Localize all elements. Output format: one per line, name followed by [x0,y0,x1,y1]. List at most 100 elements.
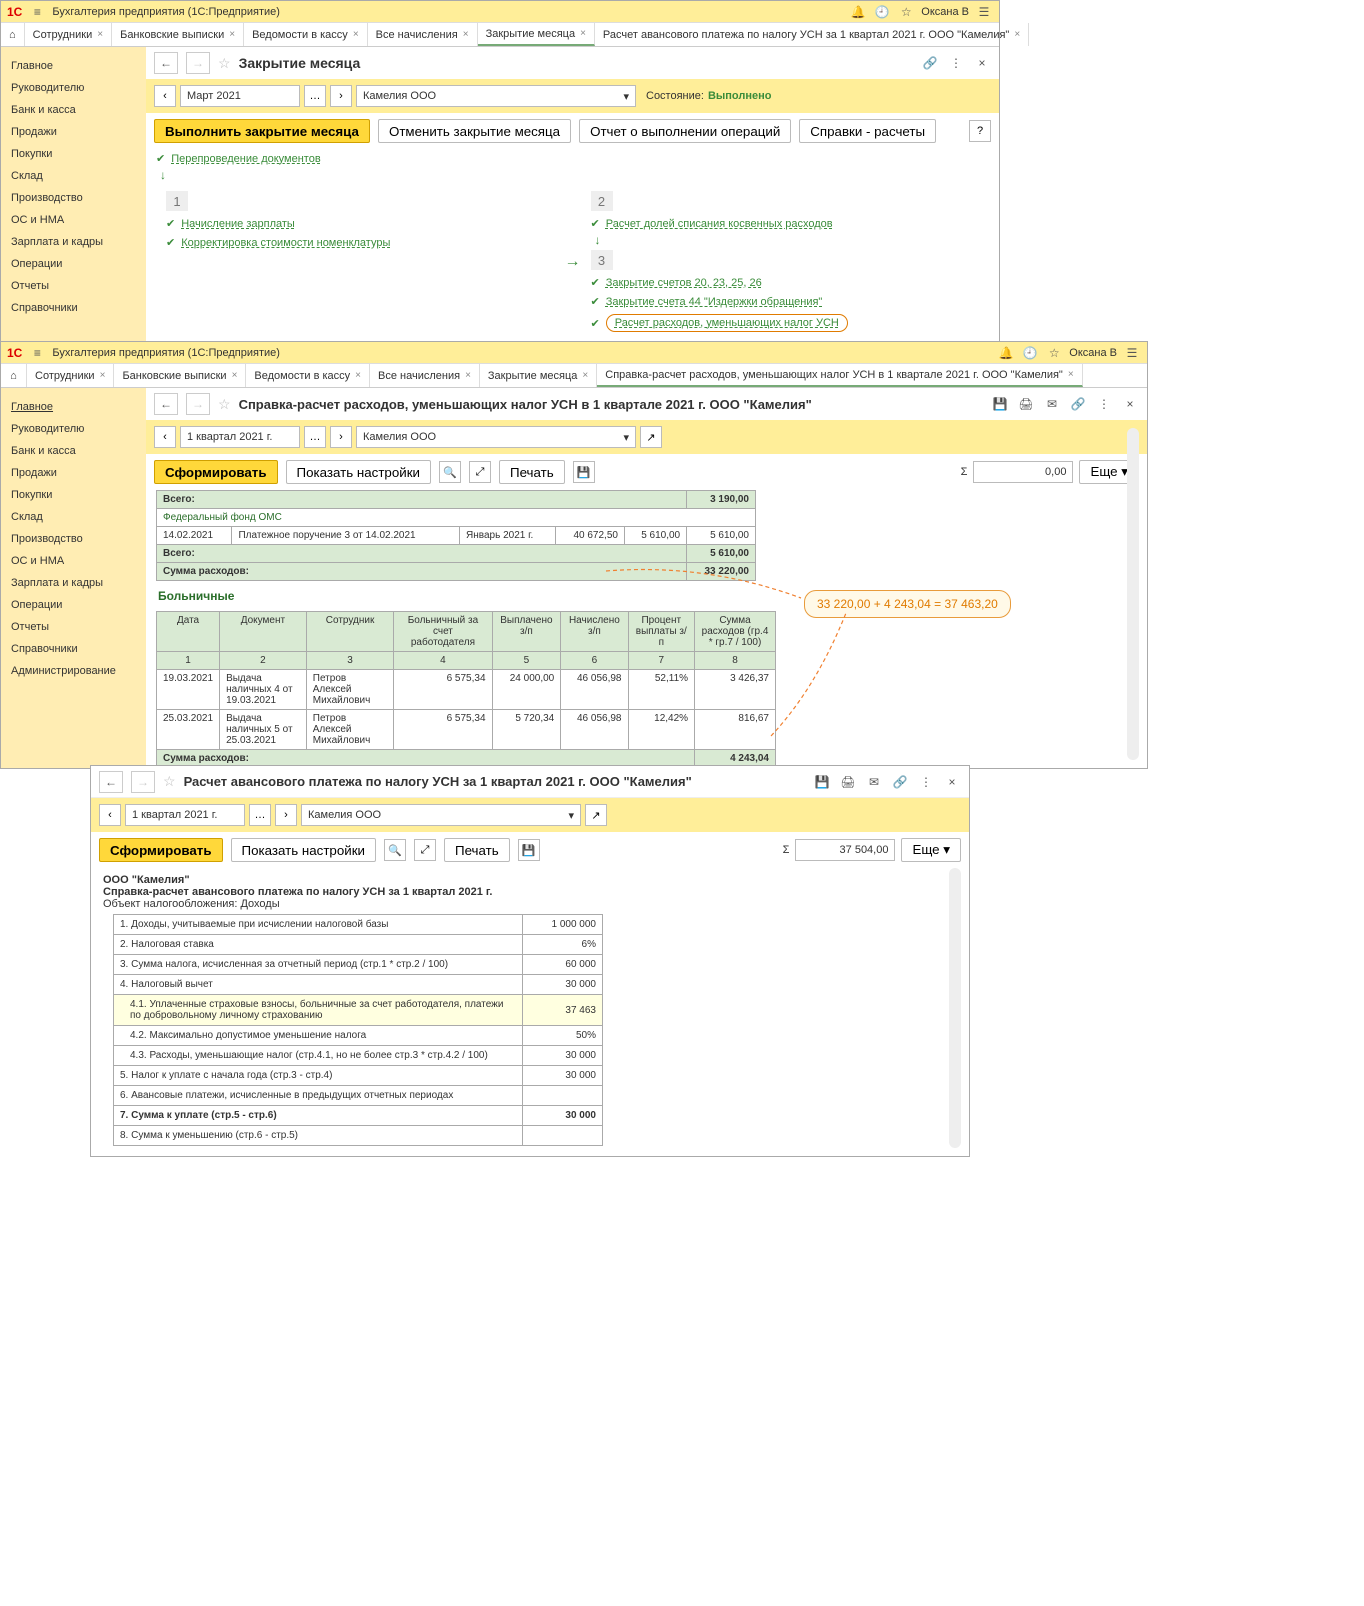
org-open[interactable]: ↗ [640,426,662,448]
period-picker[interactable]: … [304,426,326,448]
tab-3[interactable]: Все начисления× [368,23,478,46]
stage-link[interactable]: Корректировка стоимости номенклатуры [181,237,390,249]
prev-period-button[interactable]: ‹ [154,85,176,107]
sidebar-item[interactable]: Банк и касса [1,99,146,121]
org-open[interactable]: ↗ [585,804,607,826]
close-icon[interactable]: × [463,29,469,40]
search-icon[interactable]: 🔍 [439,461,461,483]
user-name[interactable]: Оксана В [921,6,969,18]
bell-icon[interactable]: 🔔 [997,344,1015,362]
save-icon[interactable]: 💾 [991,395,1009,413]
menu-icon[interactable]: ≡ [28,3,46,21]
report-button[interactable]: Отчет о выполнении операций [579,119,791,143]
more-icon[interactable]: ⋮ [1095,395,1113,413]
show-settings-button[interactable]: Показать настройки [231,838,376,862]
history-icon[interactable]: 🕘 [1021,344,1039,362]
sidebar-item[interactable]: Зарплата и кадры [1,231,146,253]
org-select[interactable]: Камелия ООО▾ [356,426,636,448]
sidebar-item[interactable]: Руководителю [1,77,146,99]
expand-icon[interactable]: ⤢ [414,839,436,861]
sum-field[interactable]: 0,00 [973,461,1073,483]
sidebar-item[interactable]: Справочники [1,638,146,660]
sidebar-item[interactable]: Склад [1,506,146,528]
sidebar-item[interactable]: Операции [1,253,146,275]
tab-1[interactable]: Банковские выписки× [112,23,244,46]
tab-0[interactable]: Сотрудники× [25,23,112,46]
link-icon[interactable]: 🔗 [1069,395,1087,413]
period-picker[interactable]: … [304,85,326,107]
org-select[interactable]: Камелия ООО▾ [356,85,636,107]
tab-5[interactable]: Расчет авансового платежа по налогу УСН … [595,23,1029,46]
close-icon[interactable]: × [582,370,588,381]
period-select[interactable]: 1 квартал 2021 г. [125,804,245,826]
tab-4[interactable]: Закрытие месяца× [478,23,595,46]
tab-2[interactable]: Ведомости в кассу× [246,364,370,387]
close-icon[interactable]: × [353,29,359,40]
more-button[interactable]: Еще ▾ [901,838,961,862]
sidebar-item[interactable]: Производство [1,528,146,550]
fwd-button[interactable]: → [186,52,210,74]
print-icon[interactable]: 🖨 [1017,395,1035,413]
home-tab[interactable]: ⌂ [1,23,25,46]
sidebar-item[interactable]: Продажи [1,121,146,143]
sidebar-item[interactable]: Продажи [1,462,146,484]
sidebar-item[interactable]: Главное [1,396,146,418]
more-icon[interactable]: ⋮ [917,773,935,791]
close-icon[interactable]: × [100,370,106,381]
tab-3[interactable]: Все начисления× [370,364,480,387]
sidebar-item[interactable]: Банк и касса [1,440,146,462]
close-icon[interactable]: × [355,370,361,381]
home-tab[interactable]: ⌂ [1,364,27,387]
next-period-button[interactable]: › [330,85,352,107]
fwd-button[interactable]: → [186,393,210,415]
period-picker[interactable]: … [249,804,271,826]
print-icon[interactable]: 🖨 [839,773,857,791]
back-button[interactable]: ← [154,393,178,415]
fav-icon[interactable]: ☆ [163,773,176,790]
form-button[interactable]: Сформировать [154,460,278,484]
close-icon[interactable]: × [973,54,991,72]
close-icon[interactable]: × [580,28,586,39]
sidebar-item[interactable]: Покупки [1,143,146,165]
sidebar-item[interactable]: Отчеты [1,275,146,297]
stage-link[interactable]: Расчет расходов, уменьшающих налог УСН [606,314,848,332]
sidebar-item[interactable]: Справочники [1,297,146,319]
expand-icon[interactable]: ⤢ [469,461,491,483]
history-icon[interactable]: 🕘 [873,3,891,21]
mail-icon[interactable]: ✉ [1043,395,1061,413]
close-icon[interactable]: × [1121,395,1139,413]
sidebar-item[interactable]: Руководителю [1,418,146,440]
close-icon[interactable]: × [465,370,471,381]
back-button[interactable]: ← [99,771,123,793]
stage-link[interactable]: Закрытие счета 44 "Издержки обращения" [606,296,823,308]
link-icon[interactable]: 🔗 [921,54,939,72]
save-file-icon[interactable]: 💾 [573,461,595,483]
close-icon[interactable]: × [97,29,103,40]
print-button[interactable]: Печать [444,838,510,862]
stage-link[interactable]: Закрытие счетов 20, 23, 25, 26 [606,277,762,289]
next-period-button[interactable]: › [330,426,352,448]
sum-field[interactable]: 37 504,00 [795,839,895,861]
period-select[interactable]: 1 квартал 2021 г. [180,426,300,448]
tab-1[interactable]: Банковские выписки× [114,364,246,387]
stage-link[interactable]: Начисление зарплаты [181,218,295,230]
sidebar-item[interactable]: Отчеты [1,616,146,638]
link-icon[interactable]: 🔗 [891,773,909,791]
help-button[interactable]: ? [969,120,991,142]
stage-link[interactable]: Расчет долей списания косвенных расходов [606,218,833,230]
more-icon[interactable]: ⋮ [947,54,965,72]
sidebar-item[interactable]: ОС и НМА [1,550,146,572]
bell-icon[interactable]: 🔔 [849,3,867,21]
sidebar-item[interactable]: Администрирование [1,660,146,682]
star-icon[interactable]: ☆ [1045,344,1063,362]
cancel-button[interactable]: Отменить закрытие месяца [378,119,571,143]
sidebar-item[interactable]: Покупки [1,484,146,506]
close-icon[interactable]: × [232,370,238,381]
tab-2[interactable]: Ведомости в кассу× [244,23,368,46]
back-button[interactable]: ← [154,52,178,74]
search-icon[interactable]: 🔍 [384,839,406,861]
tab-0[interactable]: Сотрудники× [27,364,114,387]
fav-icon[interactable]: ☆ [218,55,231,72]
close-icon[interactable]: × [1014,29,1020,40]
sidebar-item[interactable]: Зарплата и кадры [1,572,146,594]
